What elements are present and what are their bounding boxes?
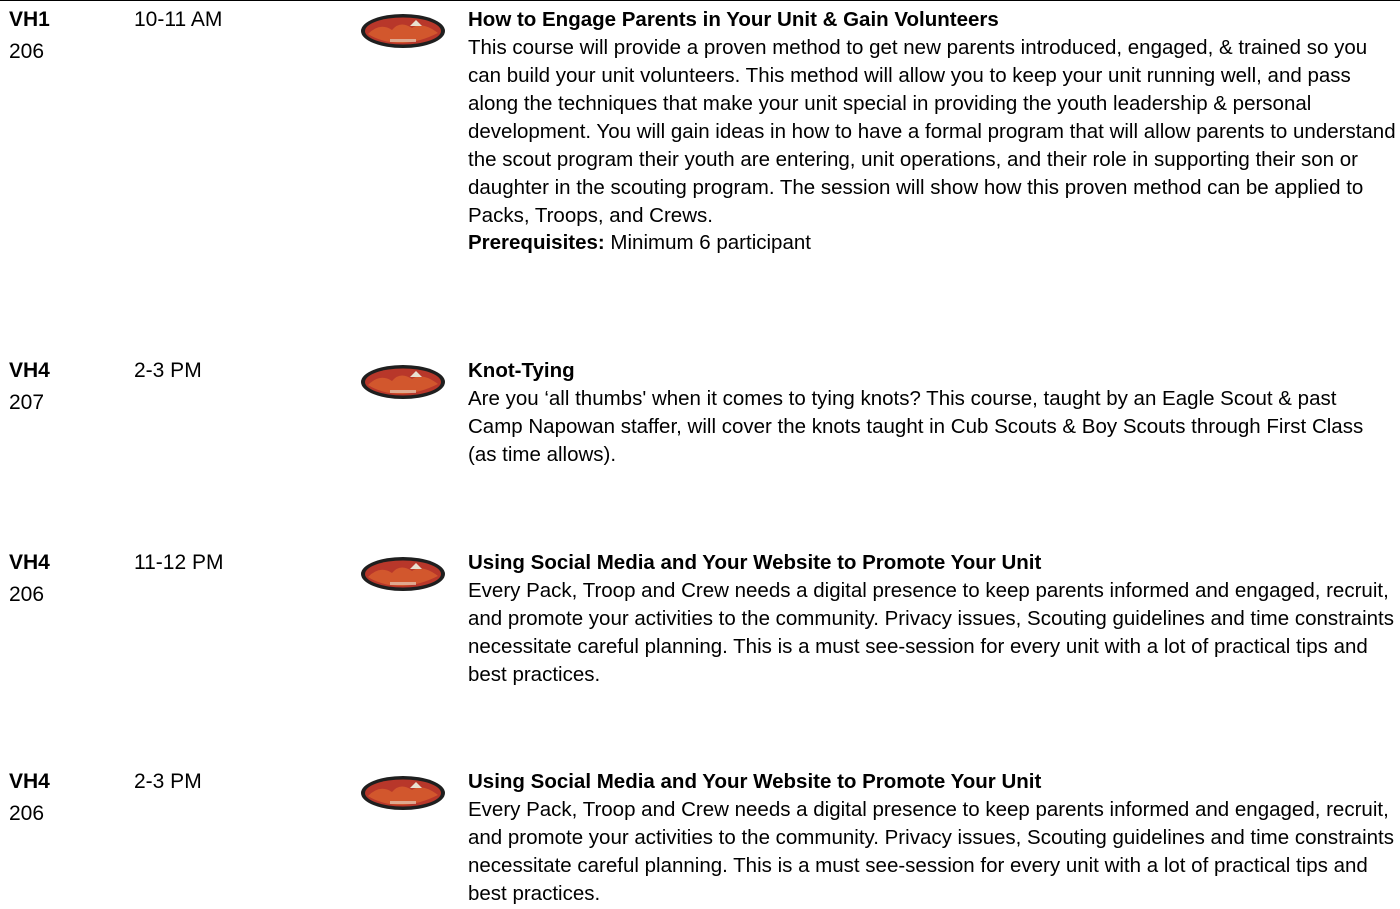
prerequisites-label: Prerequisites: [468,231,605,254]
session-room: 206 [9,802,45,825]
session-title: Using Social Media and Your Website to P… [468,770,1042,793]
session-title: How to Engage Parents in Your Unit & Gai… [468,8,999,31]
session-code: VH4 [9,770,50,793]
prerequisites-value: Minimum 6 participant [604,231,811,254]
top-divider [0,0,1400,1]
session-code: VH1 [9,8,50,31]
session-title: Knot-Tying [468,359,575,382]
session-time: 2-3 PM [134,359,202,382]
session-room: 207 [9,391,45,414]
session-room: 206 [9,40,45,63]
session-code: VH4 [9,359,50,382]
session-title: Using Social Media and Your Website to P… [468,551,1042,574]
council-patch-icon [361,14,445,48]
session-room: 206 [9,583,45,606]
session-content: How to Engage Parents in Your Unit & Gai… [468,8,1396,256]
council-patch-icon [361,557,445,591]
session-content: Using Social Media and Your Website to P… [468,551,1396,689]
session-time: 2-3 PM [134,770,202,793]
session-code: VH4 [9,551,50,574]
session-content: Knot-Tying Are you ‘all thumbs' when it … [468,359,1396,469]
session-content: Using Social Media and Your Website to P… [468,770,1396,908]
session-description: Are you ‘all thumbs' when it comes to ty… [468,387,1364,466]
session-description: This course will provide a proven method… [468,36,1396,227]
session-description: Every Pack, Troop and Crew needs a digit… [468,798,1394,905]
session-time: 10-11 AM [134,8,223,31]
session-time: 11-12 PM [134,551,224,574]
session-description: Every Pack, Troop and Crew needs a digit… [468,579,1394,686]
council-patch-icon [361,776,445,810]
session-prerequisites: Prerequisites: Minimum 6 participant [468,230,1396,256]
council-patch-icon [361,365,445,399]
